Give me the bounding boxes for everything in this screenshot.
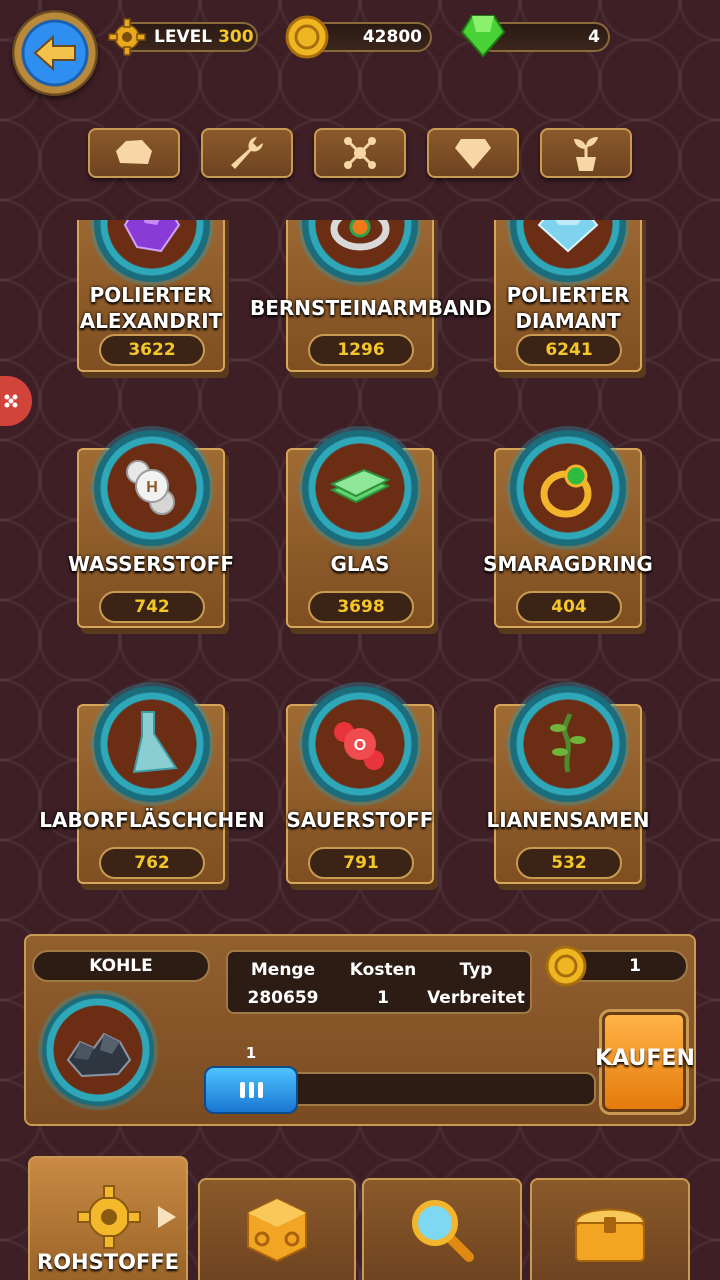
item-name: LIANENSAMEN	[486, 808, 650, 832]
emerald-ring-icon	[540, 464, 592, 518]
amount-header: Menge	[250, 960, 316, 980]
dice-icon	[247, 1197, 307, 1263]
plant-icon	[574, 137, 598, 171]
selected-item-name: KOHLE	[32, 950, 210, 982]
item-badge: H	[94, 430, 210, 546]
magnifier-icon	[412, 1200, 474, 1262]
coal-icon	[66, 1032, 132, 1078]
item-badge	[510, 686, 626, 802]
vine-seed-icon	[550, 713, 586, 773]
item-count: 404	[516, 591, 622, 623]
gem-count: 4	[588, 27, 600, 47]
tab-search[interactable]	[362, 1178, 522, 1280]
items-grid: POLIERTER ALEXANDRIT 3622 BERNSTEINARMBA…	[0, 220, 720, 920]
item-badge: O	[302, 686, 418, 802]
quantity-slider-handle[interactable]	[204, 1066, 298, 1114]
coin-count: 42800	[362, 27, 422, 47]
price-value: 1	[629, 956, 641, 976]
cost-header: Kosten	[349, 960, 417, 980]
quantity-label: 1	[245, 1044, 257, 1062]
alexandrite-icon	[123, 220, 181, 253]
cost-value: 1	[377, 988, 389, 1008]
category-tab-gems[interactable]	[427, 128, 519, 178]
svg-text:H: H	[146, 479, 158, 496]
rock-icon	[116, 140, 152, 164]
category-tab-raw[interactable]	[88, 128, 180, 178]
item-count: 742	[99, 591, 205, 623]
diamond-icon	[455, 139, 491, 169]
category-tab-tools[interactable]	[201, 128, 293, 178]
item-count: 791	[308, 847, 414, 879]
coin-icon	[284, 14, 330, 64]
item-name: GLAS	[330, 552, 390, 576]
back-arrow-icon	[33, 35, 76, 71]
diamond-gem-icon	[537, 220, 599, 253]
level-label: LEVEL	[154, 27, 213, 47]
item-count: 3698	[308, 591, 414, 623]
item-badge	[510, 430, 626, 546]
item-info-table: Menge Kosten Typ 280659 1 Verbreitet	[226, 950, 532, 1014]
dots-icon	[4, 394, 18, 408]
molecule-icon	[344, 137, 376, 169]
item-name: BERNSTEINARMBAND	[250, 296, 492, 320]
chest-icon	[574, 1208, 646, 1262]
item-count: 6241	[516, 334, 622, 366]
type-value: Verbreitet	[427, 988, 525, 1008]
category-tab-chemicals[interactable]	[314, 128, 406, 178]
play-arrow-icon	[158, 1206, 176, 1228]
glass-icon	[329, 468, 391, 504]
item-badge	[302, 430, 418, 546]
hydrogen-icon: H	[126, 460, 175, 515]
tab-products[interactable]	[198, 1178, 356, 1280]
item-count: 762	[99, 847, 205, 879]
item-name: LABORFLÄSCHCHEN	[39, 808, 265, 832]
item-name: SMARAGDRING	[483, 552, 653, 576]
item-badge	[94, 686, 210, 802]
oxygen-icon: O	[334, 722, 384, 770]
gear-icon	[77, 1185, 141, 1249]
item-name: POLIERTER ALEXANDRIT	[79, 283, 223, 333]
back-button[interactable]	[12, 10, 98, 96]
tab-resources-label: ROHSTOFFE	[37, 1250, 179, 1274]
amount-value: 280659	[247, 988, 319, 1008]
wrench-icon	[231, 137, 263, 169]
tab-chest[interactable]	[530, 1178, 690, 1280]
tab-resources[interactable]: ROHSTOFFE	[28, 1156, 188, 1280]
svg-text:O: O	[354, 737, 366, 754]
level-display: LEVEL 300	[108, 18, 258, 56]
green-gem-icon	[460, 14, 506, 62]
buy-button-label: KAUFEN	[595, 1046, 695, 1071]
price-coin-icon	[544, 944, 588, 992]
gear-level-icon	[108, 18, 146, 60]
item-count: 532	[516, 847, 622, 879]
level-value: 300	[218, 27, 254, 47]
item-name: SAUERSTOFF	[286, 808, 434, 832]
item-name: POLIERTER DIAMANT	[506, 283, 630, 333]
item-count: 3622	[99, 334, 205, 366]
item-name: WASSERSTOFF	[68, 552, 234, 576]
amber-bracelet-icon	[330, 220, 390, 251]
item-count: 1296	[308, 334, 414, 366]
type-header: Typ	[459, 960, 493, 980]
category-tab-plants[interactable]	[540, 128, 632, 178]
flask-icon	[132, 711, 178, 774]
selected-item-badge	[42, 994, 154, 1106]
